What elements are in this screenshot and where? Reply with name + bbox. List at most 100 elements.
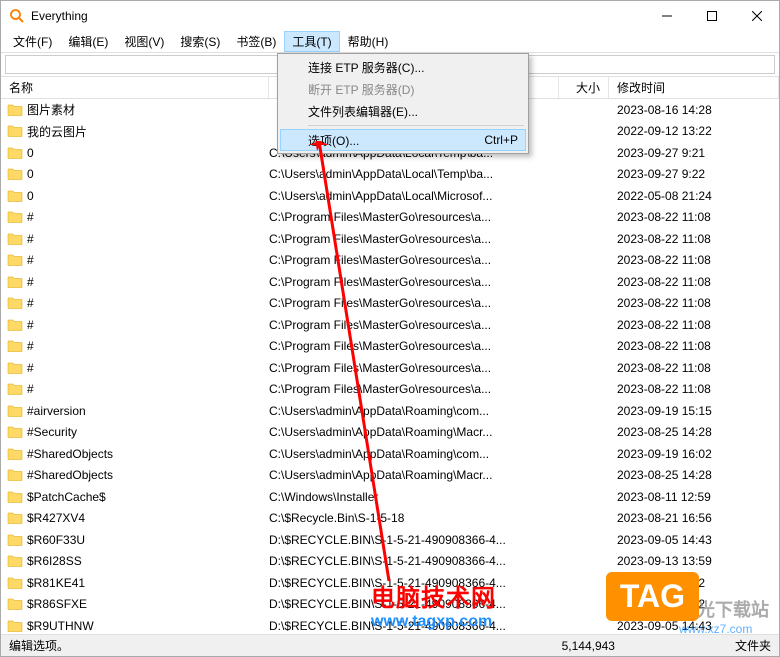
file-row[interactable]: #C:\Program Files\MasterGo\resources\a..… [1, 293, 779, 315]
file-row[interactable]: $R6I28SSD:\$RECYCLE.BIN\S-1-5-21-4909083… [1, 551, 779, 573]
app-icon [9, 8, 25, 24]
file-name: # [27, 210, 269, 224]
file-path: D:\$RECYCLE.BIN\S-1-5-21-490908366-4... [269, 554, 559, 568]
file-modified: 2023-08-22 11:08 [609, 253, 779, 267]
folder-icon [7, 575, 23, 591]
window-title: Everything [31, 9, 644, 23]
file-name: # [27, 275, 269, 289]
header-size[interactable]: 大小 [559, 77, 609, 98]
file-row[interactable]: #C:\Program Files\MasterGo\resources\a..… [1, 207, 779, 229]
file-name: 图片素材 [27, 101, 269, 118]
menu-item-label: 文件列表编辑器(E)... [308, 103, 418, 120]
file-row[interactable]: $PatchCache$C:\Windows\Installer2023-08-… [1, 486, 779, 508]
file-row[interactable]: #C:\Program Files\MasterGo\resources\a..… [1, 228, 779, 250]
header-modified[interactable]: 修改时间 [609, 77, 779, 98]
file-modified: 2023-08-22 11:08 [609, 318, 779, 332]
minimize-button[interactable] [644, 1, 689, 31]
status-count: 5,144,943 [562, 639, 735, 653]
menu-item[interactable]: 书签(B) [228, 31, 284, 52]
folder-icon [7, 295, 23, 311]
menu-item[interactable]: 搜索(S) [172, 31, 228, 52]
menu-separator [308, 125, 524, 126]
file-name: $R60F33U [27, 533, 269, 547]
file-row[interactable]: $R9UTHNWD:\$RECYCLE.BIN\S-1-5-21-4909083… [1, 615, 779, 634]
file-modified: 2023-09-05 14:43 [609, 619, 779, 633]
folder-icon [7, 252, 23, 268]
file-modified: 2023-09-19 15:15 [609, 404, 779, 418]
folder-icon [7, 596, 23, 612]
file-row[interactable]: #C:\Program Files\MasterGo\resources\a..… [1, 357, 779, 379]
file-path: C:\Program Files\MasterGo\resources\a... [269, 296, 559, 310]
file-row[interactable]: #SecurityC:\Users\admin\AppData\Roaming\… [1, 422, 779, 444]
file-path: C:\Program Files\MasterGo\resources\a... [269, 253, 559, 267]
folder-icon [7, 317, 23, 333]
file-name: 0 [27, 189, 269, 203]
file-path: D:\$RECYCLE.BIN\S-1-5-21-490908366-4... [269, 597, 559, 611]
file-modified: 2023-08-22 11:08 [609, 361, 779, 375]
folder-icon [7, 467, 23, 483]
menu-item[interactable]: 文件(F) [5, 31, 60, 52]
file-row[interactable]: $R427XV4C:\$Recycle.Bin\S-1-5-182023-08-… [1, 508, 779, 530]
menu-item[interactable]: 帮助(H) [340, 31, 397, 52]
menu-item[interactable]: 连接 ETP 服务器(C)... [280, 56, 526, 78]
maximize-button[interactable] [689, 1, 734, 31]
folder-icon [7, 553, 23, 569]
file-name: $R427XV4 [27, 511, 269, 525]
menu-item[interactable]: 视图(V) [116, 31, 172, 52]
menu-item[interactable]: 文件列表编辑器(E)... [280, 100, 526, 122]
file-modified: 2023-08-22 11:08 [609, 296, 779, 310]
folder-icon [7, 102, 23, 118]
menu-item[interactable]: 工具(T) [284, 31, 339, 52]
file-modified: 2023-08-25 14:28 [609, 468, 779, 482]
close-button[interactable] [734, 1, 779, 31]
file-name: 0 [27, 167, 269, 181]
file-modified: 2023-09-19 16:02 [609, 447, 779, 461]
file-row[interactable]: #airversionC:\Users\admin\AppData\Roamin… [1, 400, 779, 422]
file-row[interactable]: $R86SFXED:\$RECYCLE.BIN\S-1-5-21-4909083… [1, 594, 779, 616]
folder-icon [7, 618, 23, 634]
file-row[interactable]: #C:\Program Files\MasterGo\resources\a..… [1, 271, 779, 293]
file-modified: 2023-08-21 16:56 [609, 511, 779, 525]
file-row[interactable]: 0C:\Users\admin\AppData\Local\Microsof..… [1, 185, 779, 207]
file-row[interactable]: #C:\Program Files\MasterGo\resources\a..… [1, 250, 779, 272]
file-name: # [27, 296, 269, 310]
menu-item-label: 断开 ETP 服务器(D) [308, 81, 414, 98]
file-row[interactable]: #C:\Program Files\MasterGo\resources\a..… [1, 379, 779, 401]
file-row[interactable]: #SharedObjectsC:\Users\admin\AppData\Roa… [1, 443, 779, 465]
file-row[interactable]: #C:\Program Files\MasterGo\resources\a..… [1, 336, 779, 358]
file-modified: 2023-09-13 13:59 [609, 554, 779, 568]
file-row[interactable]: 0C:\Users\admin\AppData\Local\Temp\ba...… [1, 164, 779, 186]
file-name: # [27, 339, 269, 353]
folder-icon [7, 532, 23, 548]
file-row[interactable]: #C:\Program Files\MasterGo\resources\a..… [1, 314, 779, 336]
file-name: #SharedObjects [27, 468, 269, 482]
folder-icon [7, 338, 23, 354]
folder-icon [7, 123, 23, 139]
file-modified: 2023-08-22 11:08 [609, 275, 779, 289]
file-modified: 2023-08-22 11:08 [609, 382, 779, 396]
file-modified: 2023-09-06 8:12 [609, 597, 779, 611]
file-modified: 2023-09-06 8:12 [609, 576, 779, 590]
file-modified: 2023-08-22 11:08 [609, 339, 779, 353]
tools-menu-dropdown: 连接 ETP 服务器(C)... 断开 ETP 服务器(D) 文件列表编辑器(E).… [277, 53, 529, 154]
file-modified: 2023-09-27 9:21 [609, 146, 779, 160]
file-row[interactable]: #SharedObjectsC:\Users\admin\AppData\Roa… [1, 465, 779, 487]
file-path: C:\Program Files\MasterGo\resources\a... [269, 232, 559, 246]
file-path: C:\Windows\Installer [269, 490, 559, 504]
file-row[interactable]: $R81KE41D:\$RECYCLE.BIN\S-1-5-21-4909083… [1, 572, 779, 594]
folder-icon [7, 403, 23, 419]
folder-icon [7, 209, 23, 225]
file-name: # [27, 318, 269, 332]
file-path: C:\Users\admin\AppData\Local\Microsof... [269, 189, 559, 203]
file-list[interactable]: 图片素材2023-08-16 14:28我的云图片2022-09-12 13:2… [1, 99, 779, 634]
file-modified: 2023-08-22 11:08 [609, 210, 779, 224]
header-name[interactable]: 名称 [1, 77, 269, 98]
file-path: D:\$RECYCLE.BIN\S-1-5-21-490908366-4... [269, 533, 559, 547]
file-row[interactable]: $R60F33UD:\$RECYCLE.BIN\S-1-5-21-4909083… [1, 529, 779, 551]
folder-icon [7, 424, 23, 440]
status-type: 文件夹 [735, 637, 771, 654]
file-modified: 2023-09-27 9:22 [609, 167, 779, 181]
menu-item[interactable]: 编辑(E) [60, 31, 116, 52]
file-modified: 2023-08-25 14:28 [609, 425, 779, 439]
menu-item[interactable]: 选项(O)...Ctrl+P [280, 129, 526, 151]
